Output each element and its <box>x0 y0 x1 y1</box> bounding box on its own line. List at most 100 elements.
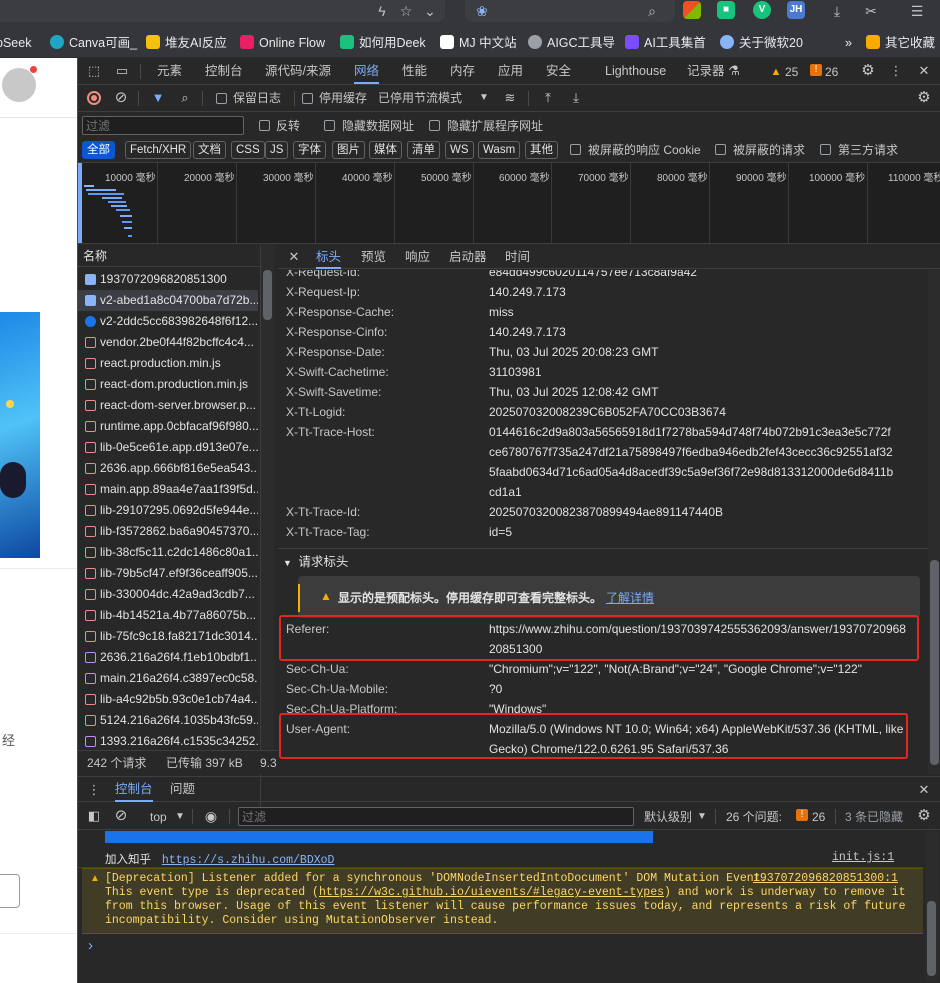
bookmark-item[interactable]: 如何用Deek <box>340 35 426 51</box>
bookmark-item[interactable]: AI工具集首 <box>625 35 706 51</box>
warning-icon[interactable]: ▲ <box>769 64 783 80</box>
learn-more-link[interactable]: 了解详情 <box>606 589 654 606</box>
request-row[interactable]: react-dom.production.min.js <box>78 374 258 395</box>
tab-sources[interactable]: 源代码/来源 <box>265 58 331 84</box>
chevron-down-icon[interactable]: ▼ <box>478 90 490 106</box>
star-icon[interactable]: ☆ <box>397 2 415 20</box>
request-row[interactable]: runtime.app.0cbfacaf96f980... <box>78 416 258 437</box>
drawer-menu-icon[interactable]: ⋮ <box>86 782 102 798</box>
tab-response[interactable]: 响应 <box>405 245 430 269</box>
request-row[interactable]: 5124.216a26f4.1035b43fc59... <box>78 710 258 731</box>
tab-network[interactable]: 网络 <box>354 58 380 84</box>
address-bar[interactable]: ϟ ☆ ⌄ <box>0 0 445 22</box>
bookmark-item[interactable]: pSeek <box>0 35 31 51</box>
tab-initiator[interactable]: 启动器 <box>449 245 487 269</box>
request-row-selected[interactable]: v2-abed1a8c04700ba7d72b... <box>78 290 258 311</box>
throttle-select[interactable]: 已停用节流模式 <box>378 91 462 105</box>
request-row[interactable]: lib-f3572862.ba6a90457370... <box>78 521 258 542</box>
request-row[interactable]: v2-2ddc5cc683982648f6f12... <box>78 311 258 332</box>
requests-scrollbar[interactable] <box>261 245 274 750</box>
request-row[interactable]: lib-79b5cf47.ef9f36ceaff905... <box>78 563 258 584</box>
console-settings-icon[interactable]: ⚙ <box>916 808 932 824</box>
eye-icon[interactable]: ◉ <box>202 808 220 824</box>
request-row[interactable]: 2636.216a26f4.f1eb10bdbf1... <box>78 647 258 668</box>
context-select[interactable]: top <box>150 810 167 824</box>
request-row[interactable]: vendor.2be0f44f82bcffc4c4... <box>78 332 258 353</box>
chip-font[interactable]: 字体 <box>293 141 326 159</box>
join-link[interactable]: https://s.zhihu.com/BDXoD <box>162 854 335 867</box>
network-settings-icon[interactable]: ⚙ <box>916 90 932 106</box>
jh-ext-icon[interactable]: JH <box>787 1 805 19</box>
close-details-icon[interactable]: ✕ <box>286 249 302 265</box>
bookmark-folder[interactable]: 其它收藏 <box>866 35 935 51</box>
chip-img[interactable]: 图片 <box>332 141 365 159</box>
download-icon[interactable]: ⤓ <box>568 90 584 106</box>
tab-timing[interactable]: 时间 <box>505 245 530 269</box>
chip-media[interactable]: 媒体 <box>369 141 402 159</box>
clear-console-icon[interactable]: ⊘ <box>113 808 129 824</box>
tab-preview[interactable]: 预览 <box>361 245 386 269</box>
issues-count[interactable]: 26 <box>812 810 825 824</box>
blocked-requests-checkbox[interactable] <box>715 144 726 155</box>
errors-count[interactable]: 26 <box>825 65 838 79</box>
more-options-icon[interactable]: ⋮ <box>888 63 904 79</box>
warning-source-link[interactable]: 1937072096820851300:1 <box>753 872 898 885</box>
error-icon[interactable]: ! <box>810 64 822 76</box>
request-row[interactable]: lib-330004dc.42a9ad3cdb7... <box>78 584 258 605</box>
bookmark-item[interactable]: Online Flow <box>240 35 325 51</box>
issue-icon[interactable]: ! <box>796 809 808 821</box>
request-row[interactable]: react.production.min.js <box>78 353 258 374</box>
request-row[interactable]: 1937072096820851300 <box>78 269 258 290</box>
chevron-down-icon[interactable]: ⌄ <box>421 2 439 20</box>
blocked-cookies-checkbox[interactable] <box>570 144 581 155</box>
request-row[interactable]: lib-4b14521a.4b77a86075b... <box>78 605 258 626</box>
issues-label[interactable]: 26 个问题: <box>726 810 782 824</box>
tab-application[interactable]: 应用 <box>498 58 523 84</box>
search-box[interactable]: ❀ ⌕ <box>465 0 675 22</box>
request-headers-toggle[interactable]: ▼ 请求标头 <box>278 550 928 574</box>
tab-console[interactable]: 控制台 <box>205 58 243 84</box>
drawer-tab-issues[interactable]: 问题 <box>170 777 195 802</box>
request-row[interactable]: main.app.89aa4e7aa1f39f5d... <box>78 479 258 500</box>
tab-elements[interactable]: 元素 <box>157 58 182 84</box>
close-icon[interactable]: ✕ <box>916 63 932 79</box>
request-row[interactable]: lib-29107295.0692d5fe944e... <box>78 500 258 521</box>
log-source-link[interactable]: init.js:1 <box>832 851 894 864</box>
chip-other[interactable]: 其他 <box>525 141 558 159</box>
filter-icon[interactable]: ▼ <box>150 90 166 106</box>
request-row[interactable]: main.216a26f4.c3897ec0c58... <box>78 668 258 689</box>
tab-recorder[interactable]: 记录器 <box>687 58 725 84</box>
invert-checkbox[interactable] <box>259 120 270 131</box>
bookmark-item[interactable]: Canva可画_ <box>50 35 137 51</box>
tab-performance[interactable]: 性能 <box>402 58 427 84</box>
bookmark-item[interactable]: MJ 中文站 <box>440 35 517 51</box>
menu-icon[interactable]: ☰ <box>908 2 926 20</box>
chip-js[interactable]: JS <box>265 141 289 159</box>
clear-icon[interactable]: ⊘ <box>113 90 129 106</box>
timeline-overview[interactable]: 10000 毫秒 20000 毫秒 30000 毫秒 40000 毫秒 5000… <box>78 162 940 244</box>
record-icon[interactable] <box>87 91 101 105</box>
request-row[interactable]: react-dom-server.browser.p... <box>78 395 258 416</box>
request-row[interactable]: 1393.216a26f4.c1535c34252... <box>78 731 258 749</box>
avatar[interactable] <box>2 68 36 102</box>
drawer-tab-console[interactable]: 控制台 <box>115 777 153 802</box>
sidebar-toggle-icon[interactable]: ◧ <box>86 808 102 824</box>
details-scrollbar[interactable] <box>928 270 940 775</box>
bookmark-item[interactable]: 关于微软20 <box>720 35 803 51</box>
disable-cache-checkbox[interactable] <box>302 93 313 104</box>
chevron-down-icon[interactable]: ▼ <box>696 809 708 825</box>
third-party-checkbox[interactable] <box>820 144 831 155</box>
tab-memory[interactable]: 内存 <box>450 58 475 84</box>
device-toolbar-icon[interactable]: ▭ <box>114 63 130 79</box>
tab-lighthouse[interactable]: Lighthouse <box>605 58 666 84</box>
chip-all[interactable]: 全部 <box>82 141 115 159</box>
console-scrollbar[interactable] <box>925 831 938 981</box>
bookmarks-overflow-icon[interactable]: » <box>845 35 852 51</box>
chip-wasm[interactable]: Wasm <box>478 141 521 159</box>
warnings-count[interactable]: 25 <box>785 65 798 79</box>
chip-ws[interactable]: WS <box>445 141 474 159</box>
windows-icon[interactable] <box>683 1 701 19</box>
console-prompt[interactable]: › <box>88 937 93 954</box>
hide-data-urls-checkbox[interactable] <box>324 120 335 131</box>
upload-icon[interactable]: ⤒ <box>540 90 556 106</box>
